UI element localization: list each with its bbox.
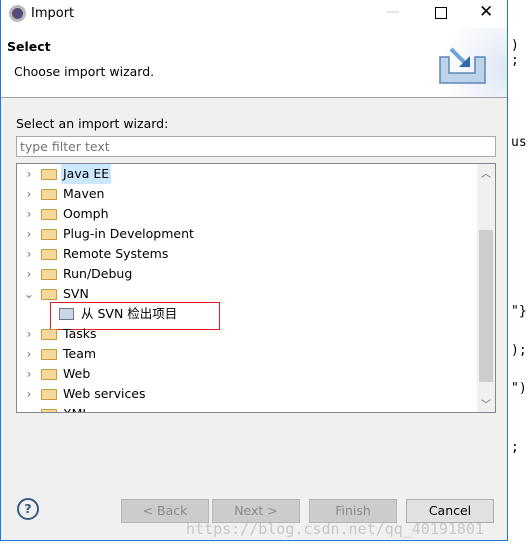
window-title: Import xyxy=(31,6,75,21)
folder-icon xyxy=(41,249,57,260)
folder-icon xyxy=(41,209,57,220)
scroll-up-icon[interactable]: ︿ xyxy=(481,165,491,180)
tree-item-label: Tasks xyxy=(63,326,97,341)
tree-item-label: Remote Systems xyxy=(63,246,169,261)
filter-input[interactable] xyxy=(16,136,496,157)
chevron-right-icon[interactable]: › xyxy=(23,384,35,404)
background-code: ); xyxy=(511,343,527,358)
background-code: us xyxy=(511,135,527,150)
tree-item-label: Maven xyxy=(63,186,105,201)
tree-item[interactable]: › Web xyxy=(17,364,477,384)
tree-item-label: Plug-in Development xyxy=(63,226,194,241)
chevron-right-icon[interactable]: › xyxy=(23,184,35,204)
tree-item-label: Team xyxy=(63,346,97,361)
folder-icon xyxy=(41,169,57,180)
tree-item[interactable]: › Web services xyxy=(17,384,477,404)
chevron-right-icon[interactable]: › xyxy=(23,224,35,244)
chevron-right-icon[interactable]: › xyxy=(23,164,35,184)
chevron-right-icon[interactable]: › xyxy=(23,264,35,284)
folder-icon xyxy=(41,349,57,360)
help-icon[interactable]: ? xyxy=(17,498,39,520)
title-bar: Import — ✕ xyxy=(1,0,507,28)
close-button[interactable]: ✕ xyxy=(479,2,493,22)
tree-item[interactable]: › XML xyxy=(17,404,477,412)
chevron-right-icon[interactable]: › xyxy=(23,344,35,364)
import-icon xyxy=(439,47,486,84)
tree-item[interactable]: › Plug-in Development xyxy=(17,224,477,244)
chevron-right-icon[interactable]: › xyxy=(23,204,35,224)
background-code: "); xyxy=(511,381,527,396)
folder-icon xyxy=(41,369,57,380)
maximize-button[interactable] xyxy=(435,7,447,19)
chevron-right-icon[interactable]: › xyxy=(23,324,35,344)
wizard-tree: › Java EE › Maven › Oomph › Plug-in Development… xyxy=(16,163,496,413)
tree-item[interactable]: › Oomph xyxy=(17,204,477,224)
scroll-down-icon[interactable]: ﹀ xyxy=(481,396,491,411)
background-code: ; xyxy=(511,440,519,455)
tree-item-label: Run/Debug xyxy=(63,266,133,281)
folder-icon xyxy=(41,229,57,240)
tree-item-label: Java EE xyxy=(61,164,112,184)
folder-icon xyxy=(41,289,57,300)
tree-item-label: XML xyxy=(61,404,91,412)
chevron-right-icon[interactable]: › xyxy=(23,364,35,384)
folder-icon xyxy=(41,269,57,280)
tree-item[interactable]: ⌄ SVN xyxy=(17,284,477,304)
import-dialog: Import — ✕ Select Choose import wizard. … xyxy=(0,0,508,541)
minimize-button[interactable]: — xyxy=(386,4,400,20)
tree-item[interactable]: › Java EE xyxy=(17,164,477,184)
tree-item-label: SVN xyxy=(63,286,89,301)
folder-icon xyxy=(41,389,57,400)
tree-item[interactable]: › Run/Debug xyxy=(17,264,477,284)
chevron-down-icon[interactable]: ⌄ xyxy=(23,284,35,304)
folder-icon xyxy=(41,189,57,200)
vertical-scrollbar[interactable]: ︿ ﹀ xyxy=(477,164,495,412)
wizard-prompt: Select an import wizard: xyxy=(16,116,169,131)
chevron-right-icon[interactable]: › xyxy=(23,404,35,412)
tree-item[interactable]: › Tasks xyxy=(17,324,477,344)
chevron-right-icon[interactable]: › xyxy=(23,244,35,264)
folder-icon xyxy=(41,329,57,340)
tree-item[interactable]: 从 SVN 检出项目 xyxy=(17,302,477,330)
wizard-header: Select Choose import wizard. xyxy=(1,28,507,98)
tree-item-label: 从 SVN 检出项目 xyxy=(81,306,178,321)
page-title: Select xyxy=(7,39,51,54)
tree-item-label: Oomph xyxy=(63,206,109,221)
tree-item-label: Web services xyxy=(63,386,146,401)
background-code: "} xyxy=(511,304,527,319)
page-subtitle: Choose import wizard. xyxy=(14,64,155,79)
folder-icon xyxy=(41,409,57,412)
tree-item-label: Web xyxy=(63,366,91,381)
background-code: ) ; xyxy=(511,38,519,68)
tree-item[interactable]: › Maven xyxy=(17,184,477,204)
scrollbar-thumb[interactable] xyxy=(479,230,493,382)
watermark: https://blog.csdn.net/qq_40191801 xyxy=(186,520,485,538)
eclipse-gear-icon xyxy=(9,5,26,22)
tree-item[interactable]: › Remote Systems xyxy=(17,244,477,264)
tree-item[interactable]: › Team xyxy=(17,344,477,364)
svn-checkout-icon xyxy=(59,308,74,320)
